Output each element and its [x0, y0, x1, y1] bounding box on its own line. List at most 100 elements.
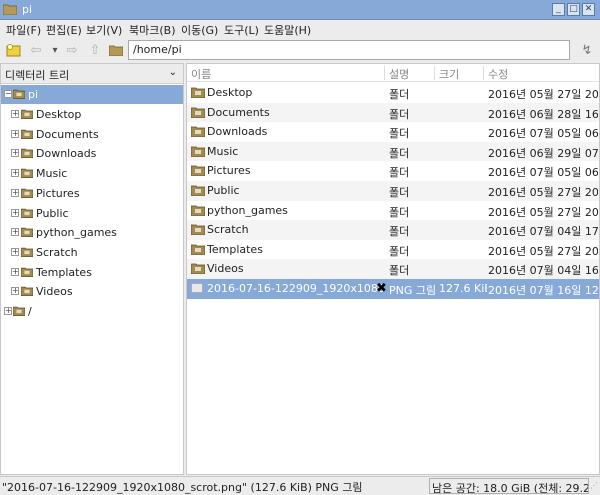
menu-edit[interactable]: 편집(E)	[46, 22, 82, 38]
tree-item-templates[interactable]: + Templates	[1, 263, 183, 282]
window-title: pi	[22, 3, 33, 16]
file-name: Desktop	[207, 86, 253, 99]
go-icon[interactable]: ↯	[578, 41, 596, 59]
column-separator[interactable]	[434, 66, 435, 80]
menu-bookmarks[interactable]: 북마크(B)	[129, 22, 176, 38]
file-row[interactable]: python_games 폴더 2016년 05월 27일 20:40	[187, 201, 599, 221]
file-row[interactable]: Downloads 폴더 2016년 07월 05일 06:02	[187, 122, 599, 142]
collapse-icon[interactable]: −	[4, 90, 12, 98]
file-description: 폴더	[389, 225, 410, 239]
file-row[interactable]: Desktop 폴더 2016년 05월 27일 20:40	[187, 83, 599, 103]
expand-icon[interactable]: +	[11, 247, 19, 256]
file-row[interactable]: Scratch 폴더 2016년 07월 04일 17:21	[187, 220, 599, 240]
tree-item-label: Videos	[36, 285, 73, 299]
maximize-button[interactable]: □	[567, 3, 580, 16]
forward-icon[interactable]: ⇨	[63, 41, 81, 59]
file-row[interactable]: Public 폴더 2016년 05월 27일 20:50	[187, 181, 599, 201]
folder-icon	[191, 205, 205, 216]
folder-icon	[191, 146, 205, 157]
file-row[interactable]: Pictures 폴더 2016년 07월 05일 06:06	[187, 161, 599, 181]
expand-icon[interactable]: +	[11, 149, 19, 158]
file-row[interactable]: Documents 폴더 2016년 06월 28일 16:14	[187, 102, 599, 123]
close-button[interactable]: ✕	[582, 3, 595, 16]
column-name[interactable]: 이름	[191, 66, 211, 82]
tree-item-public[interactable]: + Public	[1, 204, 183, 223]
file-row[interactable]: 2016-07-16-122909_1920x1080_scrot.png PNG…	[187, 279, 599, 299]
column-separator[interactable]	[384, 66, 385, 80]
file-modified: 2016년 05월 27일 20:40	[488, 205, 598, 219]
file-description: 폴더	[389, 166, 410, 180]
path-input[interactable]: /home/pi	[128, 40, 570, 60]
file-modified: 2016년 06월 28일 16:14	[488, 107, 598, 121]
tree-item-downloads[interactable]: + Downloads	[1, 144, 183, 163]
file-name: Downloads	[207, 125, 268, 139]
side-pane-selector[interactable]: 디렉터리 트리 ⌄	[1, 64, 183, 84]
file-name: Documents	[207, 105, 270, 119]
up-icon[interactable]: ⇧	[86, 41, 104, 59]
tree-item-videos[interactable]: + Videos	[1, 282, 183, 301]
file-name: Pictures	[207, 164, 251, 178]
column-modified[interactable]: 수정	[488, 66, 508, 82]
folder-icon	[21, 267, 33, 277]
expand-icon[interactable]: +	[11, 129, 19, 138]
file-modified: 2016년 07월 16일 12:29	[488, 284, 598, 297]
home-icon[interactable]	[107, 41, 125, 59]
menu-tools[interactable]: 도구(L)	[224, 22, 259, 38]
menu-go[interactable]: 이동(G)	[181, 22, 218, 38]
tree-item-label: Templates	[36, 265, 92, 279]
tree-item-label: Music	[36, 167, 68, 181]
tree-item-label: /	[28, 305, 32, 318]
folder-icon	[191, 107, 205, 118]
minimize-button[interactable]: _	[552, 3, 565, 16]
new-tab-icon[interactable]	[5, 41, 23, 59]
expand-icon[interactable]: +	[11, 267, 19, 276]
tree-item-music[interactable]: + Music	[1, 164, 183, 183]
back-icon[interactable]: ⇦	[27, 41, 45, 59]
resize-grip-icon[interactable]: ⋰	[590, 481, 599, 493]
column-separator[interactable]	[483, 66, 484, 80]
file-row[interactable]: Templates 폴더 2016년 05월 27일 20:50	[187, 240, 599, 260]
tree-item-documents[interactable]: + Documents	[1, 125, 183, 144]
tree-item-label: Public	[36, 206, 69, 220]
expand-icon[interactable]: +	[11, 287, 19, 296]
folder-icon	[191, 87, 205, 98]
expand-icon[interactable]: +	[11, 110, 19, 118]
file-name: Music	[207, 144, 239, 158]
expand-icon[interactable]: +	[4, 307, 12, 315]
menu-view[interactable]: 보기(V)	[86, 22, 122, 38]
tree-item-filesystem-root[interactable]: + /	[1, 302, 183, 321]
history-dropdown-icon[interactable]: ▾	[46, 41, 64, 59]
tree-item-scratch[interactable]: + Scratch	[1, 243, 183, 262]
folder-icon	[21, 109, 33, 119]
column-description[interactable]: 설명	[389, 66, 409, 82]
file-row[interactable]: Music 폴더 2016년 06월 29일 07:22	[187, 141, 599, 162]
file-description: 폴더	[389, 244, 410, 258]
expand-icon[interactable]: +	[11, 169, 19, 178]
file-description: 폴더	[389, 127, 410, 141]
expand-icon[interactable]: +	[11, 188, 19, 197]
status-bar: "2016-07-16-122909_1920x1080_scrot.png" …	[0, 476, 600, 495]
file-name: Videos	[207, 262, 244, 276]
folder-icon	[3, 4, 17, 15]
status-free-space: 남은 공간: 18.0 GiB (전체: 29.2 GiB)	[429, 478, 589, 494]
file-description: 폴더	[389, 146, 410, 160]
folder-icon	[21, 149, 33, 159]
tree-item-home[interactable]: − pi	[1, 85, 183, 104]
tree-item-desktop[interactable]: + Desktop	[1, 105, 183, 124]
file-description: 폴더	[389, 88, 410, 101]
tree-item-python_games[interactable]: + python_games	[1, 223, 183, 242]
file-modified: 2016년 05월 27일 20:50	[488, 186, 598, 199]
folder-icon	[21, 168, 33, 179]
menu-help[interactable]: 도움말(H)	[264, 22, 311, 38]
chevron-down-icon[interactable]: ⌄	[169, 67, 177, 78]
expand-icon[interactable]: +	[11, 208, 19, 217]
title-bar: pi _ □ ✕	[0, 0, 600, 20]
folder-icon	[191, 224, 205, 236]
file-size: 127.6 KiB	[439, 282, 487, 295]
expand-icon[interactable]: +	[11, 228, 19, 237]
menu-file[interactable]: 파일(F)	[6, 22, 41, 38]
column-size[interactable]: 크기	[439, 66, 459, 82]
tree-item-pictures[interactable]: + Pictures	[1, 184, 183, 203]
file-description: 폴더	[389, 107, 410, 121]
file-row[interactable]: Videos 폴더 2016년 07월 04일 16:17	[187, 259, 599, 279]
